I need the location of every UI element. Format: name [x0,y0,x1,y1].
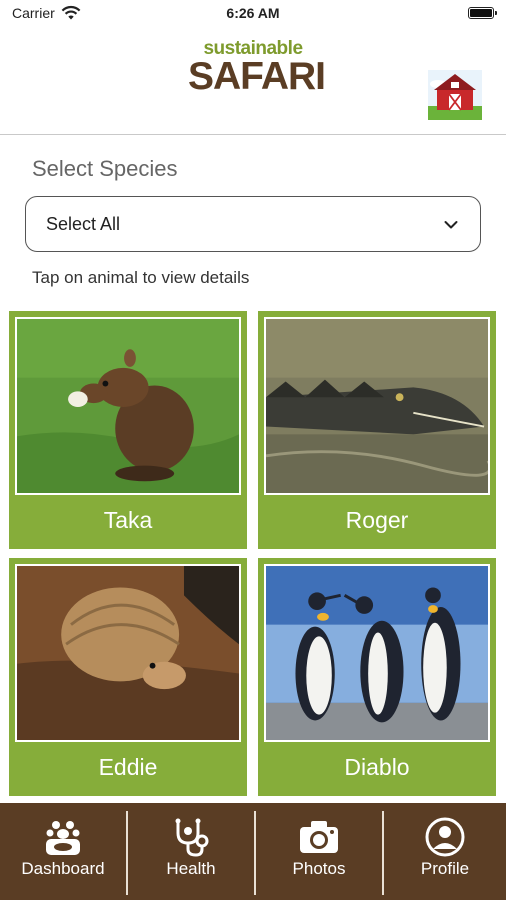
animal-name: Diablo [344,754,410,780]
animal-photo-agouti [15,317,241,495]
tab-label: Health [166,859,216,878]
battery-icon [468,7,497,19]
barn-icon[interactable] [428,70,482,120]
animal-photo-alligator [264,317,490,495]
app-logo: sustainable SAFARI [188,38,326,108]
tab-label: Profile [420,859,470,878]
species-dropdown-value: Select All [46,214,121,234]
animal-photo-penguins [264,564,490,742]
animal-name: Taka [103,507,153,533]
profile-icon [425,817,465,857]
species-dropdown[interactable]: Select All [25,196,481,252]
select-species-label: Select Species [32,156,178,181]
tab-label: Photos [292,859,346,878]
animal-card-roger[interactable]: Roger [258,311,496,549]
tab-profile[interactable]: Profile [384,803,506,900]
animal-card-eddie[interactable]: Eddie [9,558,247,796]
chevron-down-icon [444,221,458,229]
animal-card-diablo[interactable]: Diablo [258,558,496,796]
animal-name: Roger [345,507,409,533]
bottom-tab-bar: Dashboard Health Photos Profile [0,803,506,900]
tab-photos[interactable]: Photos [256,803,382,900]
app-header: sustainable SAFARI [0,28,506,135]
camera-icon [300,821,338,853]
dashboard-icon [46,821,80,855]
tap-hint: Tap on animal to view details [32,268,250,287]
tab-health[interactable]: Health [128,803,254,900]
animal-name: Eddie [98,754,158,780]
status-bar: Carrier 6:26 AM [0,0,506,28]
animal-card-taka[interactable]: Taka [9,311,247,549]
stethoscope-icon [175,818,209,857]
tab-label: Dashboard [21,859,105,878]
logo-bottom-text: SAFARI [188,55,326,98]
status-time: 6:26 AM [226,5,280,21]
tab-dashboard[interactable]: Dashboard [0,803,126,900]
animal-photo-armadillo [15,564,241,742]
